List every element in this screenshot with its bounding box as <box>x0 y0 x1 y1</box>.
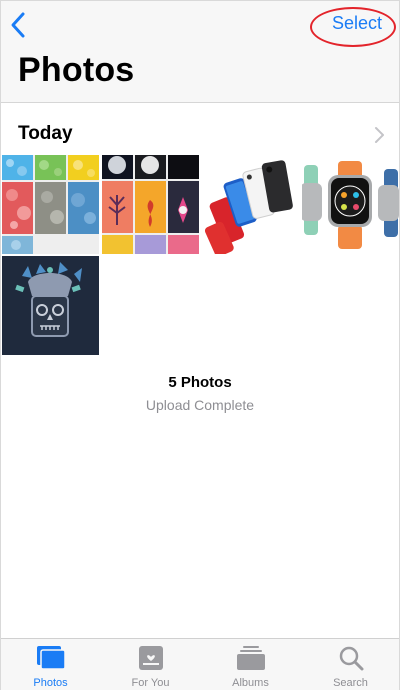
tab-albums[interactable]: Albums <box>201 639 300 690</box>
chevron-left-icon[interactable] <box>9 11 27 39</box>
photo-thumbnail[interactable] <box>2 256 99 355</box>
photo-thumbnail[interactable] <box>102 155 199 254</box>
tab-label: Search <box>333 677 368 689</box>
chevron-right-icon[interactable] <box>373 126 385 144</box>
for-you-tab-icon <box>138 646 163 670</box>
tab-bar: Photos For You Albums Search <box>1 638 399 690</box>
photo-thumbnail[interactable] <box>2 155 99 254</box>
photo-thumbnail[interactable] <box>202 155 299 254</box>
tab-search[interactable]: Search <box>301 639 400 690</box>
page-title: Photos <box>18 51 135 89</box>
photos-tab-icon <box>36 646 66 670</box>
tab-label: For You <box>131 677 170 689</box>
albums-tab-icon <box>236 646 265 670</box>
navigation-bar: Select Photos <box>1 1 399 103</box>
tab-photos[interactable]: Photos <box>1 639 100 690</box>
tab-label: Photos <box>33 677 68 689</box>
photo-count: 5 Photos <box>168 374 232 391</box>
tab-for-you[interactable]: For You <box>101 639 200 690</box>
photo-thumbnail[interactable] <box>302 155 399 254</box>
upload-status: Upload Complete <box>145 397 255 413</box>
search-icon <box>339 646 363 671</box>
select-button[interactable]: Select <box>332 13 382 34</box>
section-title: Today <box>18 123 73 144</box>
tab-label: Albums <box>232 677 269 689</box>
